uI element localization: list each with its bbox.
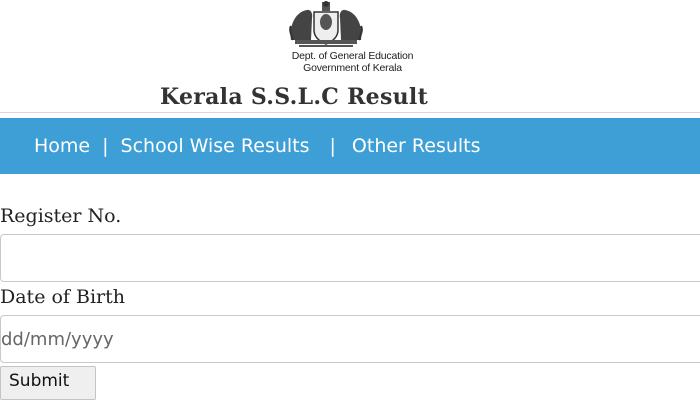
department-line: Dept. of General Education xyxy=(291,50,414,62)
government-line: Government of Kerala xyxy=(303,62,402,74)
nav-separator: | xyxy=(102,135,109,157)
header-divider xyxy=(0,112,700,113)
nav-other-results-link[interactable]: Other Results xyxy=(352,135,481,157)
register-no-label: Register No. xyxy=(0,205,122,227)
department-name: Dept. of General Education Government of… xyxy=(250,50,455,74)
submit-button[interactable]: Submit xyxy=(0,366,96,400)
page-title: Kerala S.S.L.C Result xyxy=(160,84,429,110)
date-of-birth-input[interactable] xyxy=(0,315,700,363)
nav-school-wise-results-link[interactable]: School Wise Results xyxy=(121,135,310,157)
kerala-emblem-icon xyxy=(289,1,363,47)
nav-separator: | xyxy=(329,135,336,157)
nav-home-link[interactable]: Home xyxy=(34,135,90,157)
main-nav: Home | School Wise Results | Other Resul… xyxy=(0,118,700,174)
result-page: Dept. of General Education Government of… xyxy=(0,0,700,400)
register-no-input[interactable] xyxy=(0,234,700,282)
date-of-birth-label: Date of Birth xyxy=(0,286,125,308)
